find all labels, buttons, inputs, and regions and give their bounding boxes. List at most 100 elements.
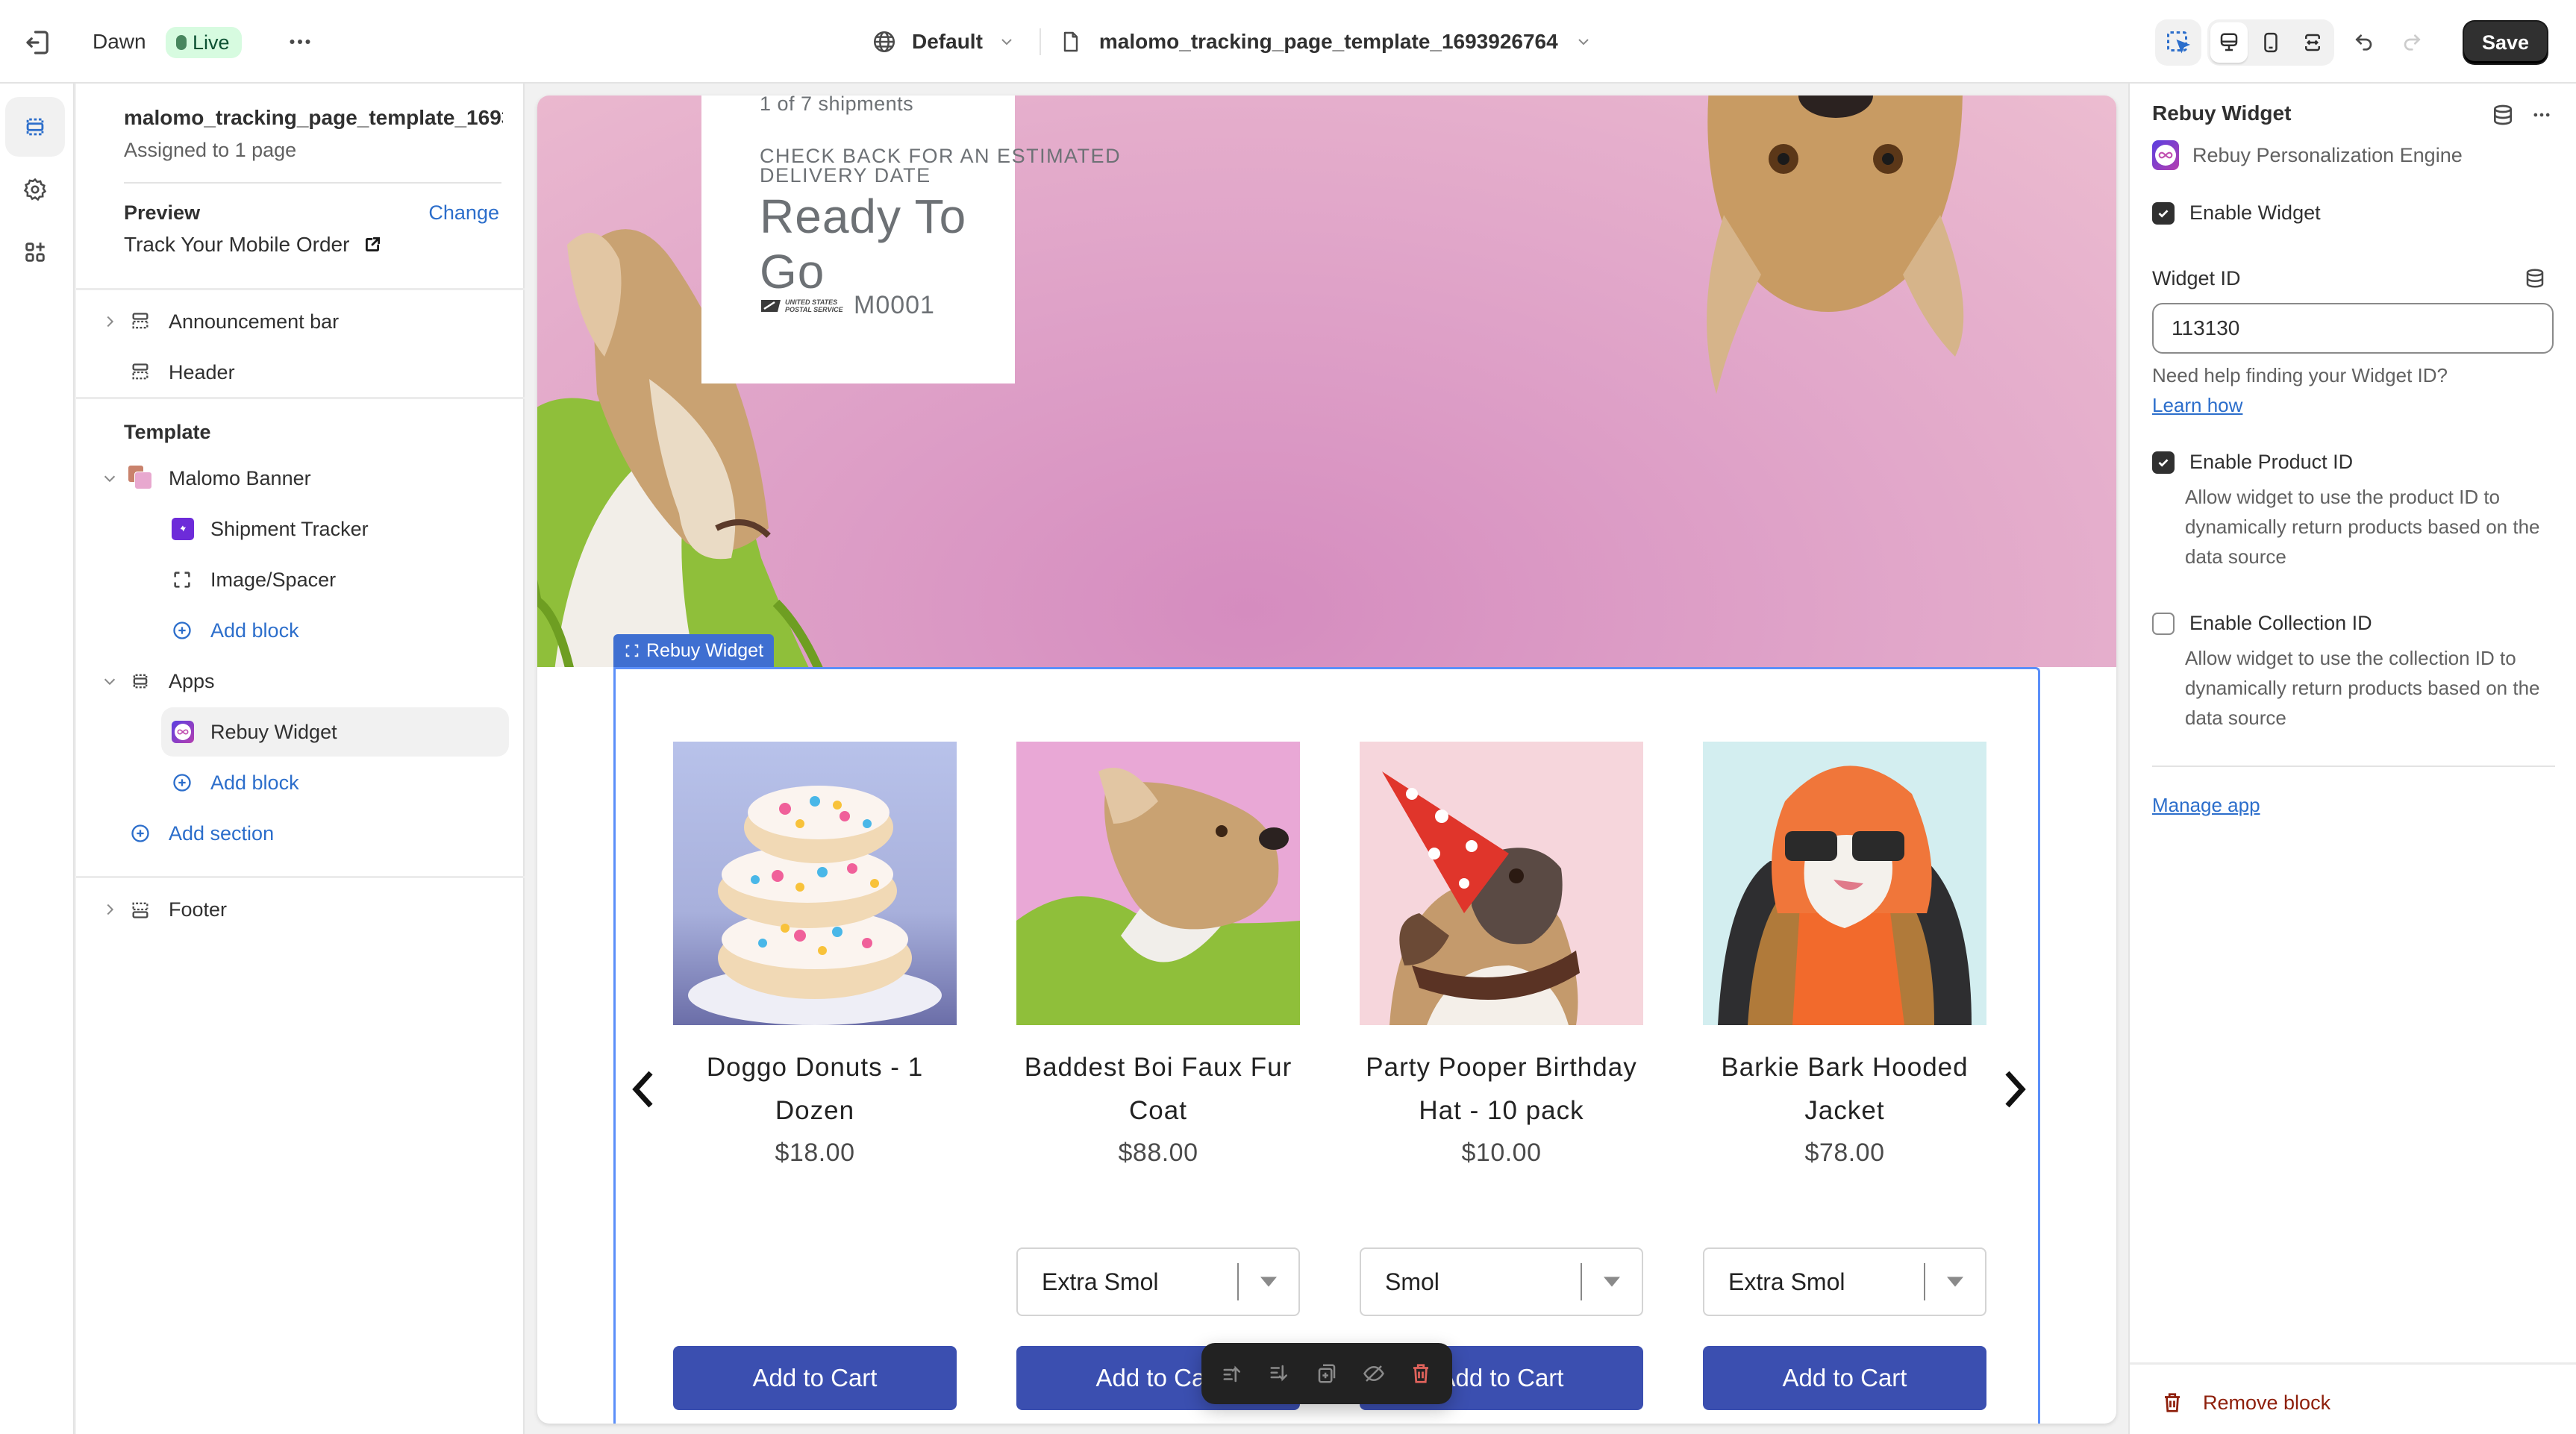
product-price: $78.00 <box>1804 1139 1885 1167</box>
banner-dog-upside-down-image <box>1707 96 1964 394</box>
widget-id-dynamic-source-button[interactable] <box>2524 267 2546 289</box>
section-malomo-banner[interactable]: Malomo Banner <box>76 454 525 503</box>
gear-icon <box>23 178 47 201</box>
divider <box>2152 765 2555 767</box>
collection-id-help-text: Allow widget to use the collection ID to… <box>2185 647 2540 729</box>
add-to-cart-button[interactable]: Add to Cart <box>1703 1346 1986 1410</box>
product-image-party-hat[interactable] <box>1360 742 1643 1025</box>
locale-selector[interactable]: Default <box>872 29 1032 54</box>
hide-button[interactable] <box>1360 1359 1387 1388</box>
shipment-count: 1 of 7 shipments <box>760 96 914 115</box>
frame-icon <box>625 644 639 657</box>
inspector-toggle[interactable] <box>2155 19 2201 66</box>
divider <box>2130 1362 2576 1365</box>
database-icon <box>2494 104 2512 125</box>
variant-select[interactable]: Extra Smol <box>1703 1247 1986 1316</box>
rebuy-app-icon <box>172 721 194 743</box>
enable-collection-id-checkbox[interactable]: Enable Collection ID <box>2152 612 2372 635</box>
carousel-next-button[interactable] <box>2000 1067 2030 1112</box>
section-header-icon <box>132 363 149 380</box>
caret-down-icon <box>1260 1277 1277 1287</box>
chevron-down-icon <box>1001 39 1012 46</box>
section-header[interactable]: Header <box>76 348 525 397</box>
section-apps[interactable]: Apps <box>76 657 525 706</box>
product-image-hooded-jacket[interactable] <box>1703 742 1986 1025</box>
divider <box>76 397 525 399</box>
preview-page-link[interactable]: Track Your Mobile Order <box>124 233 382 257</box>
move-up-button[interactable] <box>1219 1359 1246 1388</box>
toolbar-actions: Save <box>2155 19 2548 66</box>
checkbox-checked-icon <box>2152 451 2175 474</box>
globe-icon <box>873 31 895 53</box>
rail-apps-button[interactable] <box>5 222 65 282</box>
enable-product-id-checkbox[interactable]: Enable Product ID <box>2152 451 2353 474</box>
learn-how-link[interactable]: Learn how <box>2152 394 2242 417</box>
add-block-button[interactable]: Add block <box>76 606 525 655</box>
block-floating-toolbar <box>1201 1343 1452 1404</box>
malomo-banner[interactable]: 1 of 7 shipments CHECK BACK FOR AN ESTIM… <box>537 96 2116 667</box>
product-price: $18.00 <box>775 1139 855 1167</box>
redo-button[interactable] <box>2391 22 2431 63</box>
variant-select[interactable]: Extra Smol <box>1016 1247 1300 1316</box>
save-button[interactable]: Save <box>2464 22 2548 63</box>
undo-button[interactable] <box>2345 22 2385 63</box>
section-footer[interactable]: Footer <box>76 885 525 934</box>
chevron-down-icon <box>104 475 116 483</box>
section-announcement-bar[interactable]: Announcement bar <box>76 297 525 346</box>
rail-settings-button[interactable] <box>5 160 65 219</box>
enable-widget-checkbox[interactable]: Enable Widget <box>2152 201 2321 225</box>
add-to-cart-button[interactable]: Add to Cart <box>673 1346 957 1410</box>
app-attribution: Rebuy Personalization Engine <box>2152 140 2463 170</box>
widget-id-input[interactable] <box>2152 303 2554 354</box>
move-up-icon <box>1223 1365 1240 1383</box>
section-label: Header <box>169 360 235 383</box>
change-preview-link[interactable]: Change <box>428 201 499 225</box>
live-dot-icon <box>176 35 187 50</box>
carrier-line-2: POSTAL SERVICE <box>785 305 843 313</box>
file-icon <box>1063 31 1078 52</box>
undo-icon <box>2355 34 2372 51</box>
block-image-spacer[interactable]: Image/Spacer <box>76 555 525 604</box>
product-name[interactable]: Baddest Boi Faux Fur Coat <box>1016 1046 1300 1133</box>
mobile-view-button[interactable] <box>2252 22 2289 63</box>
preview-page-label: Track Your Mobile Order <box>124 233 350 256</box>
theme-actions-button[interactable] <box>285 28 315 55</box>
remove-block-button[interactable]: Remove block <box>2161 1391 2330 1415</box>
chevron-down-icon <box>104 678 116 686</box>
block-more-actions-button[interactable] <box>2528 104 2555 125</box>
divider <box>76 288 525 290</box>
move-down-button[interactable] <box>1266 1359 1293 1388</box>
block-shipment-tracker[interactable]: Shipment Tracker <box>76 504 525 554</box>
product-image-donuts[interactable] <box>673 742 957 1025</box>
manage-app-link[interactable]: Manage app <box>2152 794 2260 817</box>
product-name[interactable]: Doggo Donuts - 1 Dozen <box>673 1046 957 1133</box>
selected-block-tag[interactable]: Rebuy Widget <box>613 634 775 667</box>
product-name[interactable]: Party Pooper Birthday Hat - 10 pack <box>1360 1046 1643 1133</box>
variant-value: Smol <box>1385 1268 1439 1295</box>
carousel-prev-button[interactable] <box>628 1067 658 1112</box>
product-image-fur-coat[interactable] <box>1016 742 1300 1025</box>
redo-icon <box>2404 34 2421 51</box>
variant-value: Extra Smol <box>1728 1268 1845 1295</box>
selected-block-label: Rebuy Widget <box>646 639 764 661</box>
delete-block-button[interactable] <box>1407 1359 1434 1388</box>
product-name[interactable]: Barkie Bark Hooded Jacket <box>1703 1046 1986 1133</box>
icon-rail <box>0 84 75 1434</box>
app-name: Rebuy Personalization Engine <box>2192 143 2463 166</box>
chevron-right-icon <box>2005 1071 2026 1108</box>
locale-label: Default <box>912 30 983 53</box>
exit-button[interactable] <box>22 27 54 58</box>
add-section-button[interactable]: Add section <box>76 809 525 858</box>
shipment-tracker-card: 1 of 7 shipments CHECK BACK FOR AN ESTIM… <box>701 96 1120 383</box>
block-rebuy-widget[interactable]: Rebuy Widget <box>76 707 525 757</box>
dynamic-source-button[interactable] <box>2491 103 2515 127</box>
duplicate-button[interactable] <box>1313 1359 1340 1388</box>
desktop-view-button[interactable] <box>2210 22 2248 63</box>
chevron-down-icon <box>1578 39 1589 46</box>
variant-select[interactable]: Smol <box>1360 1247 1643 1316</box>
fullwidth-view-button[interactable] <box>2294 22 2331 63</box>
block-label: Rebuy Widget <box>210 720 337 743</box>
rail-sections-button[interactable] <box>5 97 65 157</box>
add-block-button[interactable]: Add block <box>76 758 525 807</box>
template-selector[interactable]: malomo_tracking_page_template_1693926764 <box>1059 29 1592 54</box>
